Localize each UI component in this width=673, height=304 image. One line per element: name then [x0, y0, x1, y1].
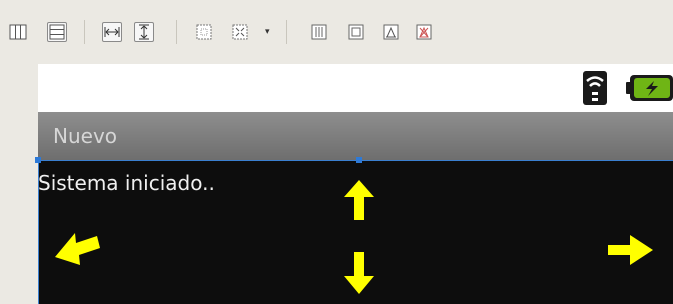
anchor-remove-icon[interactable]	[414, 22, 434, 42]
distribute-horizontal-icon[interactable]	[309, 22, 329, 42]
resize-handle-top[interactable]	[356, 157, 362, 163]
toolbar-separator	[286, 20, 287, 44]
arrow-down-icon[interactable]	[344, 252, 374, 294]
toolbar-separator	[84, 20, 85, 44]
layout-columns-icon[interactable]	[8, 22, 28, 42]
arrow-left-icon[interactable]	[55, 230, 100, 266]
zoom-actual-icon[interactable]	[230, 22, 250, 42]
arrow-right-icon[interactable]	[608, 234, 653, 266]
app-title-bar: Nuevo	[38, 112, 673, 160]
status-text: Sistema iniciado..	[38, 171, 215, 195]
arrow-up-icon[interactable]	[344, 180, 374, 220]
canvas-margin	[0, 64, 38, 304]
fill-height-icon[interactable]	[134, 22, 154, 42]
toolbar-separator	[176, 20, 177, 44]
dropdown-arrow-icon[interactable]: ▾	[265, 26, 270, 38]
resize-handle-top-left[interactable]	[35, 157, 41, 163]
distribute-vertical-icon[interactable]	[346, 22, 366, 42]
wifi-signal-icon	[583, 71, 607, 105]
layout-toolbar: ▾	[0, 0, 673, 64]
battery-charging-icon	[626, 75, 673, 101]
anchor-icon[interactable]	[381, 22, 401, 42]
layout-rows-icon[interactable]	[47, 22, 67, 42]
app-title: Nuevo	[53, 124, 118, 148]
zoom-fit-icon[interactable]	[194, 22, 214, 42]
fill-width-icon[interactable]	[102, 22, 122, 42]
device-status-bar	[38, 64, 673, 112]
